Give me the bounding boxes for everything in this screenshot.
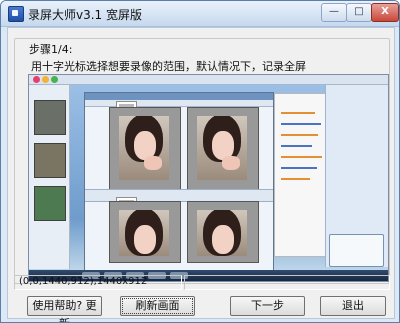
help-update-button[interactable]: 使用帮助? 更新 — [27, 296, 102, 322]
maximize-button[interactable]: □ — [346, 3, 372, 22]
preview-thumbnail — [34, 100, 66, 135]
preview-photo-pane — [109, 201, 181, 263]
chat-line — [281, 112, 315, 114]
preview-browser-bar — [29, 75, 388, 85]
preview-photo-pane — [109, 107, 181, 190]
preview-dot — [51, 76, 58, 83]
photo-face — [212, 225, 234, 254]
exit-button[interactable]: 退出 — [320, 296, 386, 316]
title-bar[interactable]: 录屏大师v3.1 宽屏版 — □ X — [1, 1, 399, 27]
window-title: 录屏大师v3.1 宽屏版 — [28, 8, 143, 22]
chat-line — [281, 134, 318, 136]
preview-photo — [119, 116, 169, 180]
minimize-button[interactable]: — — [321, 3, 347, 22]
chat-line — [281, 156, 322, 158]
refresh-screen-button[interactable]: 刷新画面 — [120, 296, 195, 316]
preview-main-title — [85, 93, 273, 100]
status-row: (0,0,1440,912),1440x912 — [14, 275, 390, 290]
preview-photo — [197, 210, 247, 256]
status-region-text: (0,0,1440,912),1440x912 — [19, 276, 148, 287]
client-area: 步骤1/4: 用十字光标选择想要录像的范围，默认情况下，记录全屏 (0,0,14… — [7, 27, 395, 322]
preview-photo-pane — [187, 107, 259, 190]
preview-dot — [42, 76, 49, 83]
preview-photo-pane — [187, 201, 259, 263]
photo-hand — [144, 156, 162, 170]
chat-line — [281, 145, 312, 147]
chat-line — [281, 167, 317, 169]
app-window: 录屏大师v3.1 宽屏版 — □ X 步骤1/4: 用十字光标选择想要录像的范围… — [0, 0, 400, 323]
app-icon — [8, 6, 24, 22]
photo-hand — [222, 156, 240, 170]
preview-main-window — [84, 92, 274, 271]
preview-notification — [329, 234, 384, 267]
status-region-field: (0,0,1440,912),1440x912 — [14, 275, 182, 290]
preview-chat-window — [274, 93, 329, 257]
chat-line — [281, 178, 310, 180]
step-group: 步骤1/4: 用十字光标选择想要录像的范围，默认情况下，记录全屏 — [14, 38, 390, 284]
next-step-button[interactable]: 下一步 — [230, 296, 305, 316]
status-extra-field — [184, 275, 390, 290]
close-button[interactable]: X — [371, 3, 399, 22]
preview-left-strip — [29, 85, 70, 269]
preview-photo — [197, 116, 247, 180]
preview-thumbnail — [34, 143, 66, 178]
screen-preview[interactable] — [28, 74, 389, 282]
step-instruction: 用十字光标选择想要录像的范围，默认情况下，记录全屏 — [31, 60, 306, 73]
preview-dot — [33, 76, 40, 83]
chat-line — [281, 123, 321, 125]
preview-thumbnail — [34, 186, 66, 221]
photo-face — [134, 225, 156, 254]
step-label: 步骤1/4: — [27, 41, 75, 57]
preview-main-menu — [85, 100, 273, 107]
preview-photo — [119, 210, 169, 256]
